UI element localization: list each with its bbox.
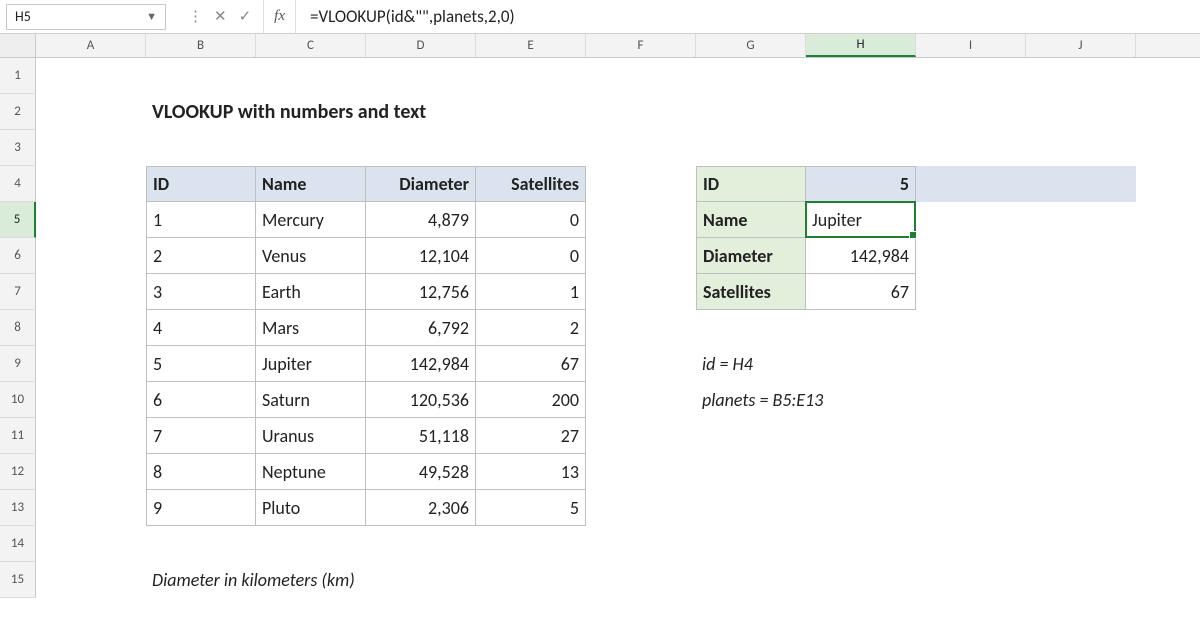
chevron-down-icon[interactable]: ▼: [146, 10, 157, 23]
column-headers: A B C D E F G H I J: [0, 34, 1200, 58]
lookup-value-id[interactable]: 5: [806, 166, 916, 202]
confirm-icon[interactable]: ✓: [239, 7, 252, 26]
drag-handle-icon[interactable]: ⋮: [188, 7, 202, 26]
col-header-i[interactable]: I: [916, 34, 1026, 57]
row-header[interactable]: 8: [0, 310, 36, 346]
table-cell[interactable]: 4,879: [366, 202, 476, 238]
row-header[interactable]: 3: [0, 130, 36, 166]
row-header[interactable]: 15: [0, 562, 36, 598]
formula-bar: H5 ▼ ⋮ ✕ ✓ fx =VLOOKUP(id&"",planets,2,0…: [0, 0, 1200, 34]
formula-bar-controls: ⋮ ✕ ✓: [176, 0, 264, 33]
footer-note[interactable]: Diameter in kilometers (km): [146, 562, 256, 598]
col-header-b[interactable]: B: [146, 34, 256, 57]
lookup-label-satellites[interactable]: Satellites: [696, 274, 806, 310]
lookup-value-satellites[interactable]: 67: [806, 274, 916, 310]
th-diameter[interactable]: Diameter: [366, 166, 476, 202]
row-header[interactable]: 14: [0, 526, 36, 562]
lookup-label-diameter[interactable]: Diameter: [696, 238, 806, 274]
name-box[interactable]: H5 ▼: [6, 4, 166, 30]
col-header-a[interactable]: A: [36, 34, 146, 57]
page-title[interactable]: VLOOKUP with numbers and text: [146, 94, 256, 130]
lookup-label-name[interactable]: Name: [696, 202, 806, 238]
select-all-triangle[interactable]: [0, 34, 36, 57]
row-header[interactable]: 10: [0, 382, 36, 418]
row-header[interactable]: 13: [0, 490, 36, 526]
row-header[interactable]: 1: [0, 58, 36, 94]
table-cell[interactable]: Mercury: [256, 202, 366, 238]
th-satellites[interactable]: Satellites: [476, 166, 586, 202]
th-name[interactable]: Name: [256, 166, 366, 202]
row-header[interactable]: 2: [0, 94, 36, 130]
row-header[interactable]: 4: [0, 166, 36, 202]
insert-function-button[interactable]: fx: [264, 0, 296, 33]
col-header-g[interactable]: G: [696, 34, 806, 57]
row-header[interactable]: 5: [0, 202, 36, 238]
th-id[interactable]: ID: [146, 166, 256, 202]
col-header-h[interactable]: H: [806, 34, 916, 57]
cancel-icon[interactable]: ✕: [214, 7, 227, 26]
col-header-f[interactable]: F: [586, 34, 696, 57]
lookup-value-name[interactable]: Jupiter: [806, 202, 916, 238]
row-header[interactable]: 7: [0, 274, 36, 310]
spreadsheet-grid[interactable]: A B C D E F G H I J 1 2 VLOOKUP with num…: [0, 34, 1200, 598]
lookup-label-id[interactable]: ID: [696, 166, 806, 202]
row-header[interactable]: 11: [0, 418, 36, 454]
name-box-value: H5: [15, 8, 31, 25]
note-id-def[interactable]: id = H4: [696, 346, 806, 382]
col-header-e[interactable]: E: [476, 34, 586, 57]
table-cell[interactable]: 1: [146, 202, 256, 238]
table-cell[interactable]: 0: [476, 202, 586, 238]
row-header[interactable]: 12: [0, 454, 36, 490]
formula-input[interactable]: =VLOOKUP(id&"",planets,2,0): [296, 6, 1200, 27]
col-header-d[interactable]: D: [366, 34, 476, 57]
col-header-c[interactable]: C: [256, 34, 366, 57]
col-header-j[interactable]: J: [1026, 34, 1136, 57]
row-header[interactable]: 6: [0, 238, 36, 274]
cell[interactable]: [36, 58, 146, 94]
note-planets-def[interactable]: planets = B5:E13: [696, 382, 806, 418]
lookup-value-diameter[interactable]: 142,984: [806, 238, 916, 274]
row-header[interactable]: 9: [0, 346, 36, 382]
